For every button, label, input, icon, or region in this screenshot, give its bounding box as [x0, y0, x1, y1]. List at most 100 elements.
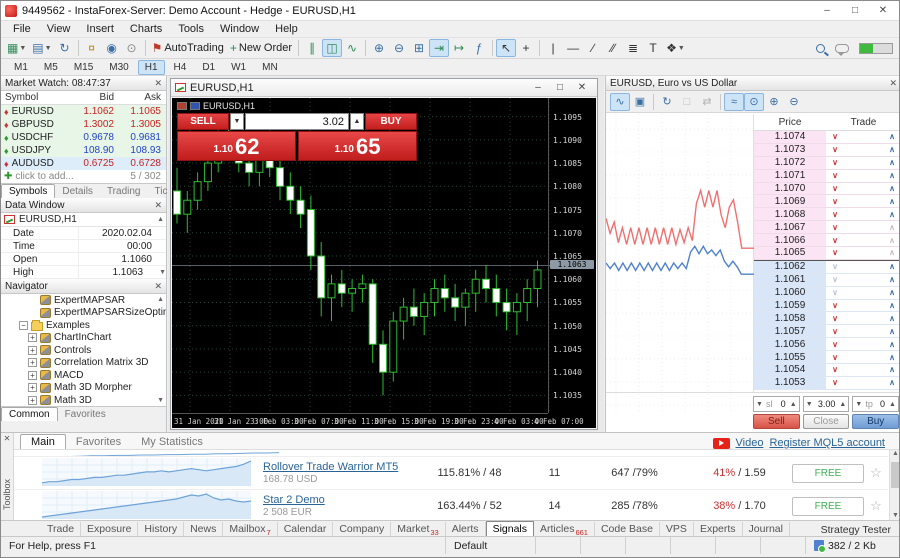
bottom-tab-articles[interactable]: Articles661: [534, 522, 595, 536]
mw-col-symbol[interactable]: Symbol: [1, 92, 71, 103]
tree-item-chartinchart[interactable]: +ChartInChart: [1, 332, 166, 345]
buy-chevron-icon[interactable]: ∧: [883, 301, 900, 310]
indicators-icon[interactable]: ƒ: [469, 39, 489, 57]
volume-input[interactable]: 3.02: [245, 113, 349, 130]
bottom-tab-trade[interactable]: Trade: [41, 522, 81, 536]
bottom-tab-news[interactable]: News: [184, 522, 223, 536]
depth-close-icon[interactable]: ✕: [889, 78, 897, 89]
price-scale[interactable]: 1.10951.10901.10851.10801.10751.10701.10…: [548, 98, 596, 413]
menu-file[interactable]: File: [5, 23, 39, 35]
zoom-out-icon[interactable]: ⊖: [389, 39, 409, 57]
register-link[interactable]: Register MQL5 account: [769, 437, 885, 449]
expand-icon[interactable]: +: [28, 396, 37, 405]
profiles-icon[interactable]: ▤▼: [29, 39, 54, 57]
menu-view[interactable]: View: [39, 23, 79, 35]
market-watch-row[interactable]: ♦USDCHF0.96780.9681: [1, 131, 166, 144]
sell-chevron-icon[interactable]: ∨: [826, 262, 844, 271]
tab-favorites[interactable]: Favorites: [58, 408, 113, 421]
group-mode-icon[interactable]: ⊙: [744, 93, 764, 111]
buy-chevron-icon[interactable]: ∧: [883, 262, 900, 271]
sell-button[interactable]: SELL: [177, 113, 229, 130]
favorite-star-icon[interactable]: ☆: [864, 465, 888, 481]
tree-item-expertmapsarsizeoptim[interactable]: ExpertMAPSARSizeOptim: [1, 307, 166, 320]
zoom-in-icon[interactable]: ⊕: [764, 93, 784, 111]
scroll-thumb[interactable]: [891, 462, 900, 488]
chart-menu-icon[interactable]: [177, 102, 187, 110]
tile-windows-icon[interactable]: ⊞: [409, 39, 429, 57]
sell-chevron-icon[interactable]: ∨: [826, 132, 844, 141]
signal-row[interactable]: Rollover Trade Warrior MT5168.78 USD115.…: [14, 457, 888, 490]
scroll-up-arrow[interactable]: ▲: [890, 450, 900, 457]
chart-close-button[interactable]: ✕: [571, 82, 593, 93]
buy-chevron-icon[interactable]: ∧: [883, 132, 900, 141]
depth-sell-button[interactable]: Sell: [753, 414, 800, 429]
menu-tools[interactable]: Tools: [170, 23, 212, 35]
depth-buy-button[interactable]: Buy: [852, 414, 899, 429]
equidistant-channel-icon[interactable]: ∕∕: [603, 39, 623, 57]
free-button[interactable]: FREE: [792, 497, 864, 516]
sell-chevron-icon[interactable]: ∨: [826, 197, 844, 206]
free-button[interactable]: FREE: [792, 464, 864, 483]
menu-charts[interactable]: Charts: [122, 23, 170, 35]
minimize-button[interactable]: –: [813, 2, 841, 20]
expand-icon[interactable]: +: [28, 346, 37, 355]
buy-chevron-icon[interactable]: ∧: [883, 223, 900, 232]
signals-scrollbar[interactable]: ▲ ▼: [889, 450, 900, 520]
buy-chevron-icon[interactable]: ∧: [883, 365, 900, 374]
sell-chevron-icon[interactable]: ∨: [826, 236, 844, 245]
depth-row[interactable]: 1.1060∨∧: [754, 287, 900, 300]
navigator-icon[interactable]: ◉: [102, 39, 122, 57]
bottom-tab-exposure[interactable]: Exposure: [81, 522, 138, 536]
tick-chart[interactable]: [606, 114, 754, 392]
buy-chevron-icon[interactable]: ∧: [883, 314, 900, 323]
maximize-button[interactable]: □: [841, 2, 869, 20]
sell-chevron-icon[interactable]: ∨: [826, 171, 844, 180]
favorite-star-icon[interactable]: ☆: [864, 498, 888, 514]
take-profit-spinner[interactable]: ▼tp0▲: [852, 396, 899, 412]
timeframe-m30[interactable]: M30: [102, 60, 135, 75]
buy-chevron-icon[interactable]: ∧: [883, 184, 900, 193]
bottom-tab-experts[interactable]: Experts: [694, 522, 743, 536]
mw-col-ask[interactable]: Ask: [118, 92, 165, 103]
close-button[interactable]: ✕: [869, 2, 897, 20]
collapse-icon[interactable]: −: [19, 321, 28, 330]
buy-chevron-icon[interactable]: ∧: [883, 197, 900, 206]
expand-icon[interactable]: +: [28, 371, 37, 380]
buy-chevron-icon[interactable]: ∧: [883, 145, 900, 154]
toolbox-tab-favorites[interactable]: Favorites: [66, 435, 131, 449]
depth-row[interactable]: 1.1057∨∧: [754, 325, 900, 338]
buy-price-box[interactable]: 1.10 65: [298, 131, 417, 161]
sell-chevron-icon[interactable]: ∨: [826, 314, 844, 323]
tab-details[interactable]: Details: [55, 185, 100, 198]
sell-chevron-icon[interactable]: ∨: [826, 327, 844, 336]
volume-up-stepper[interactable]: ▲: [350, 113, 364, 130]
chart-window-titlebar[interactable]: EURUSD,H1 – □ ✕: [171, 79, 597, 97]
chart-minimize-button[interactable]: –: [527, 82, 549, 93]
refresh-icon[interactable]: ↻: [55, 39, 75, 57]
timeframe-h4[interactable]: H4: [167, 60, 194, 75]
stop-loss-spinner[interactable]: ▼sl0▲: [753, 396, 800, 412]
tree-item-examples[interactable]: −Examples: [1, 319, 166, 332]
toolbox-close-icon[interactable]: ✕: [1, 434, 13, 443]
horizontal-line-icon[interactable]: —: [563, 39, 583, 57]
sell-chevron-icon[interactable]: ∨: [826, 365, 844, 374]
refresh-icon[interactable]: ↻: [657, 93, 677, 111]
depth-row[interactable]: 1.1070∨∧: [754, 183, 900, 196]
buy-chevron-icon[interactable]: ∧: [883, 236, 900, 245]
depth-row[interactable]: 1.1056∨∧: [754, 338, 900, 351]
sell-chevron-icon[interactable]: ∨: [826, 301, 844, 310]
candle-chart-icon[interactable]: ◫: [322, 39, 342, 57]
sell-chevron-icon[interactable]: ∨: [826, 353, 844, 362]
buy-chevron-icon[interactable]: ∧: [883, 275, 900, 284]
market-watch-row[interactable]: ♦GBPUSD1.30021.3005: [1, 118, 166, 131]
expand-icon[interactable]: +: [28, 383, 37, 392]
crosshair-icon[interactable]: +: [516, 39, 536, 57]
data-window-close-icon[interactable]: ✕: [154, 200, 162, 211]
tree-item-correlation-matrix-3d[interactable]: +Correlation Matrix 3D: [1, 357, 166, 370]
text-icon[interactable]: T: [643, 39, 663, 57]
trendline-icon[interactable]: ∕: [583, 39, 603, 57]
zoom-in-icon[interactable]: ⊕: [369, 39, 389, 57]
timeframe-w1[interactable]: W1: [224, 60, 253, 75]
tree-item-math-3d-morpher[interactable]: +Math 3D Morpher: [1, 382, 166, 395]
depth-row[interactable]: 1.1073∨∧: [754, 144, 900, 157]
